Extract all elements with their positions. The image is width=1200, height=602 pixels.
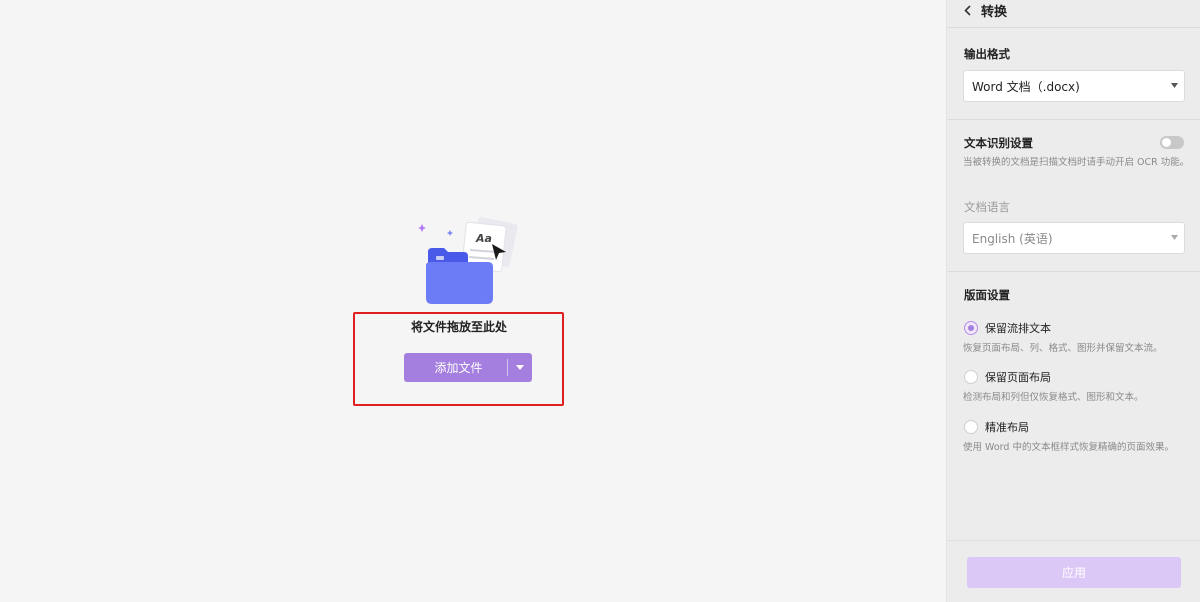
layout-option-label: 保留页面布局 xyxy=(985,371,1051,384)
toggle-knob xyxy=(1162,138,1171,147)
layout-option-label: 保留流排文本 xyxy=(985,322,1051,335)
chevron-down-icon xyxy=(1171,83,1178,88)
section-divider xyxy=(947,271,1200,272)
document-language-value: English (英语) xyxy=(972,231,1053,246)
header-divider xyxy=(947,27,1200,28)
ocr-toggle[interactable] xyxy=(1160,136,1184,149)
conversion-settings-panel: 转换 输出格式 Word 文档（.docx) 文本识别设置 当被转换的文档是扫描… xyxy=(946,0,1200,602)
layout-option-label: 精准布局 xyxy=(985,421,1029,434)
section-divider xyxy=(947,119,1200,120)
back-chevron-icon xyxy=(963,4,971,16)
output-format-select[interactable]: Word 文档（.docx) xyxy=(963,70,1185,102)
ocr-hint-text: 当被转换的文档是扫描文档时请手动开启 OCR 功能。 xyxy=(963,157,1190,168)
chevron-down-icon xyxy=(516,365,524,370)
output-format-value: Word 文档（.docx) xyxy=(972,79,1080,94)
sparkle-icon xyxy=(447,230,453,236)
drop-instruction-text: 将文件拖放至此处 xyxy=(410,320,507,334)
panel-header: 转换 xyxy=(947,0,1200,20)
layout-option-description: 检测布局和列但仅恢复格式、图形和文本。 xyxy=(963,392,1144,403)
layout-option-description: 恢复页面布局、列、格式、图形并保留文本流。 xyxy=(963,343,1163,354)
layout-option-exact-layout[interactable]: 精准布局 xyxy=(964,419,1029,435)
back-button[interactable] xyxy=(959,2,975,18)
radio-button[interactable] xyxy=(964,370,978,384)
illustration-text: Aa xyxy=(475,232,492,245)
document-language-label: 文档语言 xyxy=(964,200,1010,214)
output-format-label: 输出格式 xyxy=(964,47,1010,61)
panel-title: 转换 xyxy=(981,4,1008,20)
radio-button[interactable] xyxy=(964,321,978,335)
folder-documents-illustration: Aa xyxy=(418,216,518,304)
file-drop-zone[interactable]: Aa 将文件拖放至此处 添加文件 xyxy=(0,0,946,602)
sparkle-icon xyxy=(418,224,426,232)
add-file-dropdown-button[interactable] xyxy=(508,353,532,382)
layout-option-flowing-text[interactable]: 保留流排文本 xyxy=(964,320,1051,336)
radio-button[interactable] xyxy=(964,420,978,434)
layout-settings-label: 版面设置 xyxy=(964,288,1010,302)
add-file-button-label[interactable]: 添加文件 xyxy=(404,359,507,376)
ocr-settings-label: 文本识别设置 xyxy=(964,136,1033,150)
layout-option-description: 使用 Word 中的文本框样式恢复精确的页面效果。 xyxy=(963,442,1174,453)
converter-window: Aa 将文件拖放至此处 添加文件 转换 输出格式 Word 文档（.docx) … xyxy=(0,0,1200,602)
document-language-select[interactable]: English (英语) xyxy=(963,222,1185,254)
chevron-down-icon xyxy=(1171,235,1178,240)
apply-bar: 应用 xyxy=(947,540,1200,602)
add-file-button[interactable]: 添加文件 xyxy=(404,353,532,382)
apply-button[interactable]: 应用 xyxy=(967,557,1181,588)
layout-option-page-layout[interactable]: 保留页面布局 xyxy=(964,369,1051,385)
